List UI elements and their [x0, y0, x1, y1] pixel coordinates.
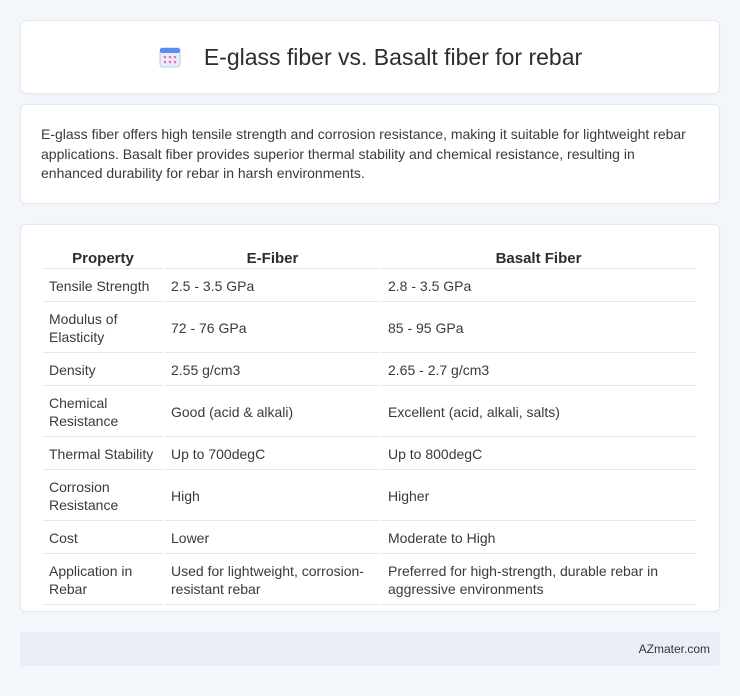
comparison-table: Property E-Fiber Basalt Fiber Tensile St…	[41, 245, 697, 607]
page-title: E-glass fiber vs. Basalt fiber for rebar	[203, 43, 583, 70]
property-cell: Tensile Strength	[43, 271, 163, 302]
e-fiber-cell: Up to 700degC	[165, 439, 380, 470]
property-cell: Corrosion Resistance	[43, 472, 163, 521]
table-row: Modulus of Elasticity 72 - 76 GPa 85 - 9…	[43, 304, 695, 353]
table-row: Density 2.55 g/cm3 2.65 - 2.7 g/cm3	[43, 355, 695, 386]
table-row: Corrosion Resistance High Higher	[43, 472, 695, 521]
table-row: Cost Lower Moderate to High	[43, 523, 695, 554]
e-fiber-cell: Used for lightweight, corrosion-resistan…	[165, 556, 380, 605]
e-fiber-cell: High	[165, 472, 380, 521]
e-fiber-cell: 72 - 76 GPa	[165, 304, 380, 353]
basalt-cell: Moderate to High	[382, 523, 695, 554]
description-card: E-glass fiber offers high tensile streng…	[20, 104, 720, 204]
column-header-basalt-fiber: Basalt Fiber	[382, 247, 695, 269]
table-header-row: Property E-Fiber Basalt Fiber	[43, 247, 695, 269]
basalt-cell: Excellent (acid, alkali, salts)	[382, 388, 695, 437]
basalt-cell: Up to 800degC	[382, 439, 695, 470]
property-cell: Thermal Stability	[43, 439, 163, 470]
table-row: Thermal Stability Up to 700degC Up to 80…	[43, 439, 695, 470]
footer-brand: AZmater.com	[638, 642, 710, 656]
calendar-icon	[158, 45, 182, 69]
footer: AZmater.com	[20, 632, 720, 666]
property-cell: Application in Rebar	[43, 556, 163, 605]
property-cell: Chemical Resistance	[43, 388, 163, 437]
property-cell: Cost	[43, 523, 163, 554]
comparison-table-card: Property E-Fiber Basalt Fiber Tensile St…	[20, 224, 720, 612]
basalt-cell: 2.8 - 3.5 GPa	[382, 271, 695, 302]
table-row: Tensile Strength 2.5 - 3.5 GPa 2.8 - 3.5…	[43, 271, 695, 302]
column-header-property: Property	[43, 247, 163, 269]
basalt-cell: Higher	[382, 472, 695, 521]
column-header-e-fiber: E-Fiber	[165, 247, 380, 269]
basalt-cell: Preferred for high-strength, durable reb…	[382, 556, 695, 605]
basalt-cell: 85 - 95 GPa	[382, 304, 695, 353]
property-cell: Modulus of Elasticity	[43, 304, 163, 353]
table-row: Chemical Resistance Good (acid & alkali)…	[43, 388, 695, 437]
description-text: E-glass fiber offers high tensile streng…	[41, 126, 686, 181]
basalt-cell: 2.65 - 2.7 g/cm3	[382, 355, 695, 386]
property-cell: Density	[43, 355, 163, 386]
e-fiber-cell: 2.55 g/cm3	[165, 355, 380, 386]
e-fiber-cell: Good (acid & alkali)	[165, 388, 380, 437]
e-fiber-cell: Lower	[165, 523, 380, 554]
table-row: Application in Rebar Used for lightweigh…	[43, 556, 695, 605]
e-fiber-cell: 2.5 - 3.5 GPa	[165, 271, 380, 302]
title-card: E-glass fiber vs. Basalt fiber for rebar	[20, 20, 720, 94]
